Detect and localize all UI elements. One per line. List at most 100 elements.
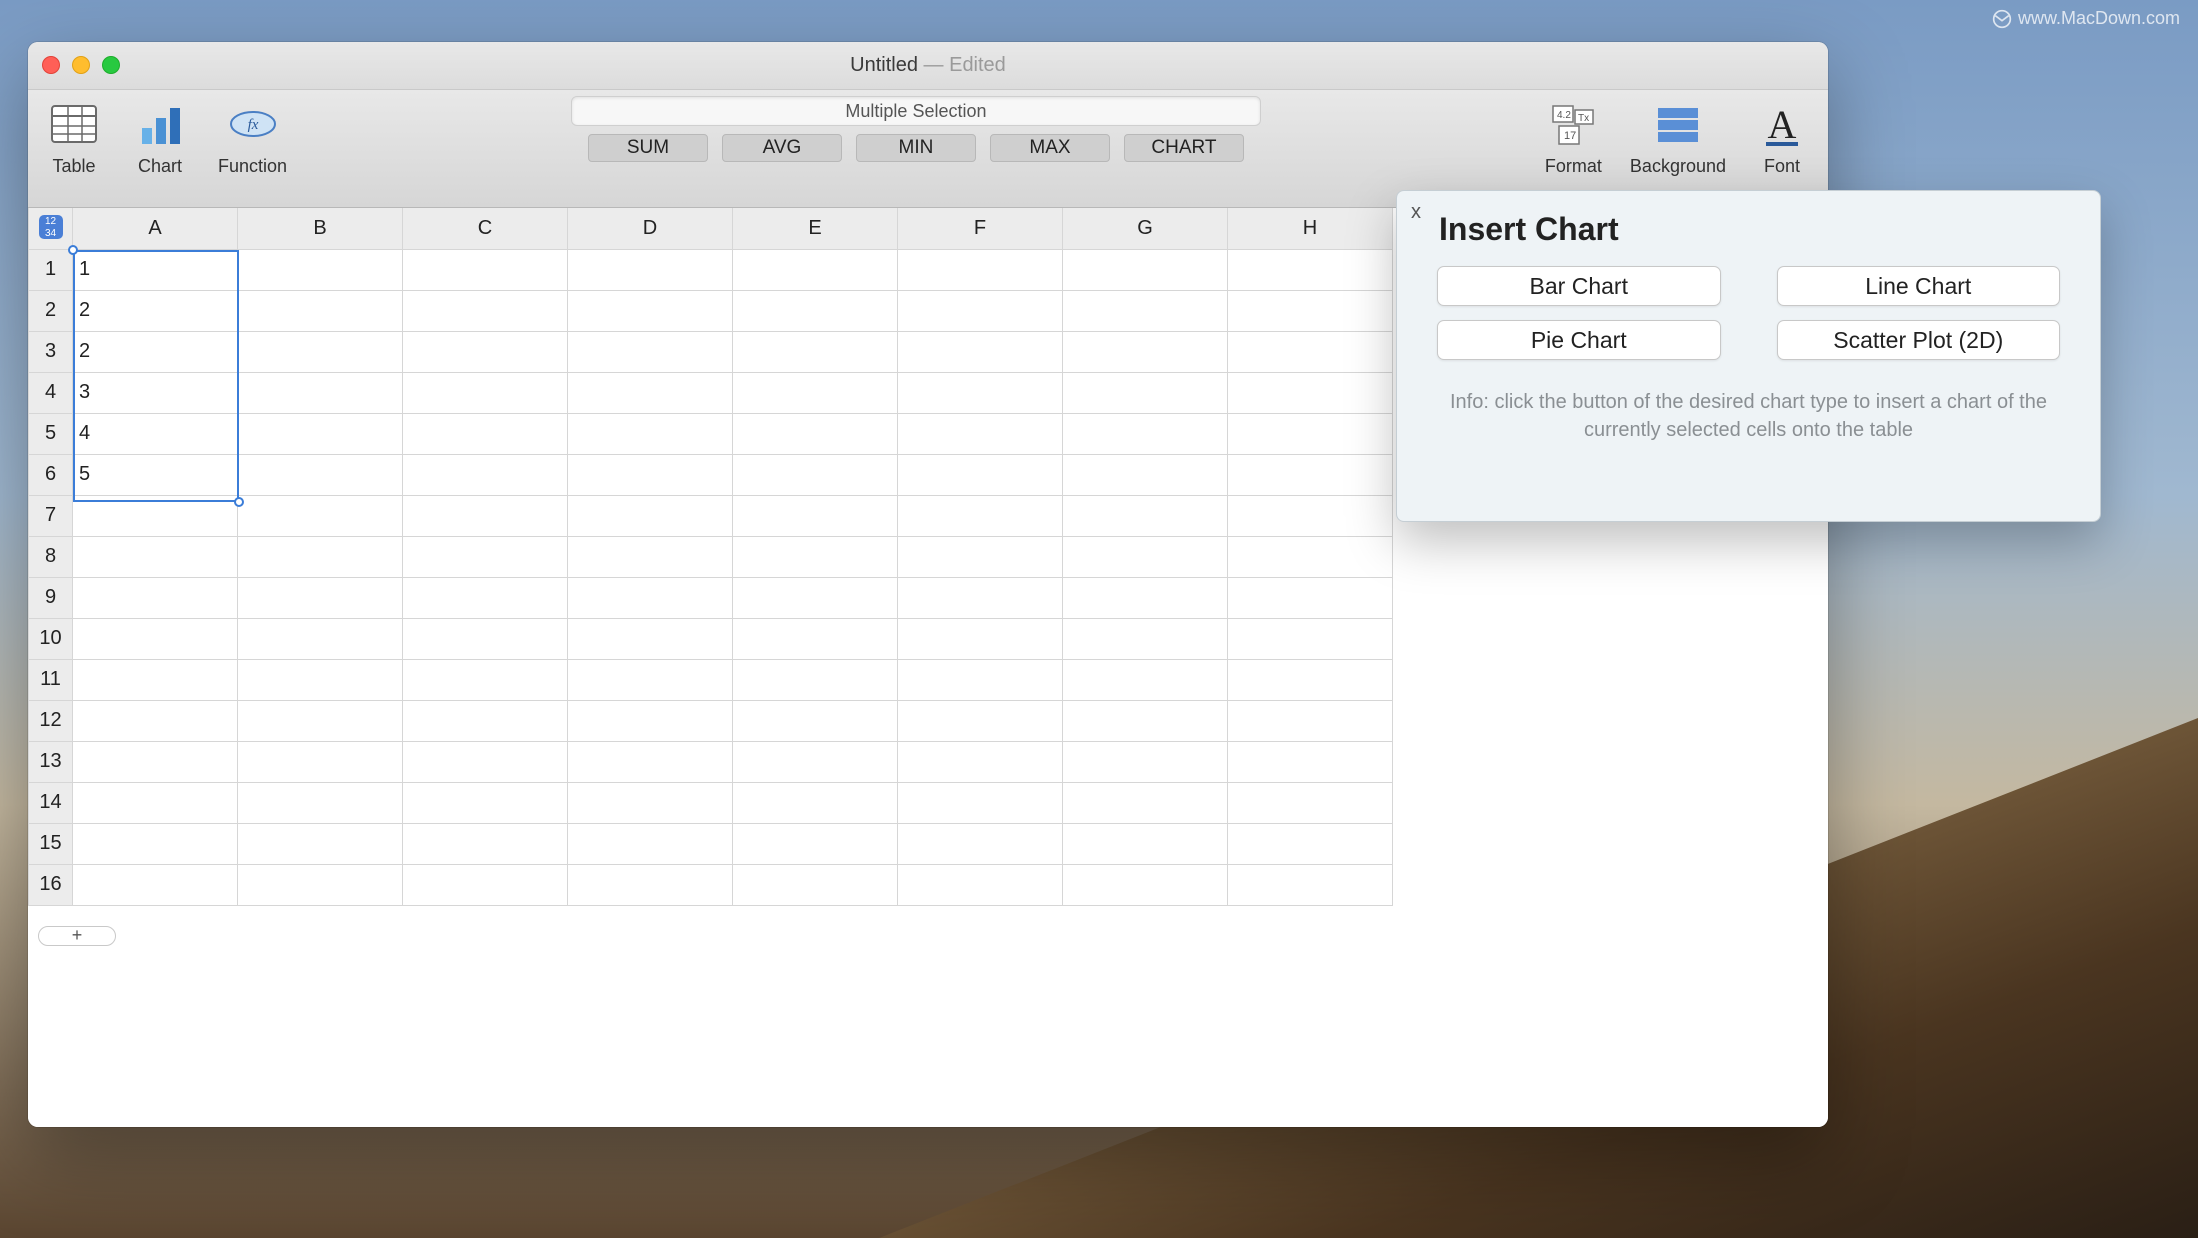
row-header-15[interactable]: 15 [29,823,73,864]
cell-G11[interactable] [1063,659,1228,700]
cell-F3[interactable] [898,331,1063,372]
column-header-C[interactable]: C [403,208,568,249]
cell-G1[interactable] [1063,249,1228,290]
cell-E14[interactable] [733,782,898,823]
column-header-B[interactable]: B [238,208,403,249]
cell-C9[interactable] [403,577,568,618]
cell-G8[interactable] [1063,536,1228,577]
cell-G14[interactable] [1063,782,1228,823]
cell-D16[interactable] [568,864,733,905]
cell-B10[interactable] [238,618,403,659]
cell-A1[interactable]: 1 [73,249,238,290]
maximize-window-button[interactable] [102,56,120,74]
row-header-3[interactable]: 3 [29,331,73,372]
column-header-A[interactable]: A [73,208,238,249]
chart-button[interactable]: CHART [1124,134,1244,162]
cell-C14[interactable] [403,782,568,823]
row-header-5[interactable]: 5 [29,413,73,454]
cell-C13[interactable] [403,741,568,782]
cell-A13[interactable] [73,741,238,782]
cell-E6[interactable] [733,454,898,495]
row-header-2[interactable]: 2 [29,290,73,331]
cell-G13[interactable] [1063,741,1228,782]
row-header-12[interactable]: 12 [29,700,73,741]
cell-E7[interactable] [733,495,898,536]
cell-A12[interactable] [73,700,238,741]
cell-D2[interactable] [568,290,733,331]
add-sheet-button[interactable]: + [38,926,116,946]
cell-H12[interactable] [1228,700,1393,741]
row-header-1[interactable]: 1 [29,249,73,290]
cell-C6[interactable] [403,454,568,495]
row-header-14[interactable]: 14 [29,782,73,823]
cell-H8[interactable] [1228,536,1393,577]
cell-A5[interactable]: 4 [73,413,238,454]
cell-C10[interactable] [403,618,568,659]
cell-E8[interactable] [733,536,898,577]
pie-chart-button[interactable]: Pie Chart [1437,320,1721,360]
cell-G10[interactable] [1063,618,1228,659]
close-window-button[interactable] [42,56,60,74]
row-header-9[interactable]: 9 [29,577,73,618]
cell-E2[interactable] [733,290,898,331]
cell-F8[interactable] [898,536,1063,577]
cell-B7[interactable] [238,495,403,536]
cell-G12[interactable] [1063,700,1228,741]
cell-G9[interactable] [1063,577,1228,618]
cell-B14[interactable] [238,782,403,823]
cell-H9[interactable] [1228,577,1393,618]
cell-H6[interactable] [1228,454,1393,495]
cell-B16[interactable] [238,864,403,905]
row-header-10[interactable]: 10 [29,618,73,659]
cell-D8[interactable] [568,536,733,577]
cell-E10[interactable] [733,618,898,659]
selection-handle-top-left[interactable] [68,245,78,255]
column-header-E[interactable]: E [733,208,898,249]
cell-B5[interactable] [238,413,403,454]
cell-A7[interactable] [73,495,238,536]
row-header-8[interactable]: 8 [29,536,73,577]
cell-B2[interactable] [238,290,403,331]
cell-D3[interactable] [568,331,733,372]
cell-E12[interactable] [733,700,898,741]
cell-E11[interactable] [733,659,898,700]
cell-F14[interactable] [898,782,1063,823]
column-header-G[interactable]: G [1063,208,1228,249]
cell-C16[interactable] [403,864,568,905]
cell-D1[interactable] [568,249,733,290]
cell-E15[interactable] [733,823,898,864]
cell-C3[interactable] [403,331,568,372]
cell-F1[interactable] [898,249,1063,290]
cell-C11[interactable] [403,659,568,700]
cell-H3[interactable] [1228,331,1393,372]
cell-F4[interactable] [898,372,1063,413]
cell-D12[interactable] [568,700,733,741]
cell-E16[interactable] [733,864,898,905]
column-header-H[interactable]: H [1228,208,1393,249]
cell-B1[interactable] [238,249,403,290]
cell-A8[interactable] [73,536,238,577]
cell-H5[interactable] [1228,413,1393,454]
cell-F15[interactable] [898,823,1063,864]
cell-G3[interactable] [1063,331,1228,372]
panel-close-button[interactable]: x [1411,201,1421,224]
cell-A4[interactable]: 3 [73,372,238,413]
row-header-6[interactable]: 6 [29,454,73,495]
cell-E4[interactable] [733,372,898,413]
cell-H7[interactable] [1228,495,1393,536]
cell-G5[interactable] [1063,413,1228,454]
cell-E1[interactable] [733,249,898,290]
cell-F9[interactable] [898,577,1063,618]
cell-D10[interactable] [568,618,733,659]
cell-D9[interactable] [568,577,733,618]
cell-D15[interactable] [568,823,733,864]
row-header-13[interactable]: 13 [29,741,73,782]
avg-button[interactable]: AVG [722,134,842,162]
cell-D6[interactable] [568,454,733,495]
cell-D5[interactable] [568,413,733,454]
cell-D14[interactable] [568,782,733,823]
cell-C5[interactable] [403,413,568,454]
cell-F16[interactable] [898,864,1063,905]
minimize-window-button[interactable] [72,56,90,74]
toolbar-background[interactable]: Background [1630,98,1726,177]
